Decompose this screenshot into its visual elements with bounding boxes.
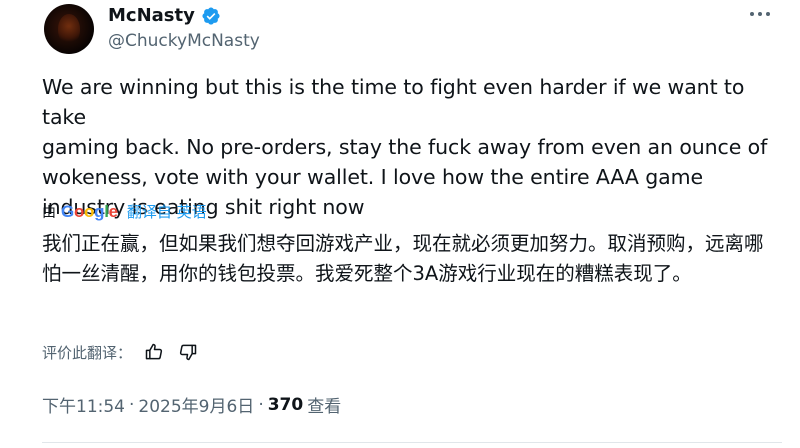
views-label: 查看 [307, 397, 342, 417]
tweet-text: We are winning but this is the time to f… [42, 75, 768, 219]
display-name[interactable]: McNasty [108, 5, 195, 26]
more-options-icon[interactable] [746, 6, 774, 22]
translated-from-link[interactable]: 翻译自 英语 [127, 201, 207, 222]
google-logo: Google [61, 201, 118, 221]
tweet-meta: 下午11:54 · 2025年9月6日 · 370 查看 [42, 392, 342, 418]
translation-prefix: 由 [42, 204, 56, 221]
thumbs-down-icon[interactable] [176, 340, 200, 364]
views-count: 370 [267, 394, 304, 415]
divider [42, 442, 782, 443]
tweet-time[interactable]: 下午11:54 [42, 392, 125, 417]
author-name-row: McNasty [108, 5, 221, 26]
rate-translation: 评价此翻译： [42, 340, 200, 364]
meta-separator: · [129, 394, 135, 415]
translated-text: 我们正在赢，但如果我们想夺回游戏产业，现在就必须更加努力。取消预购，远离哪怕一丝… [42, 232, 764, 285]
avatar[interactable] [44, 4, 94, 54]
translation-attribution: 由 Google 翻译自 英语 [42, 201, 207, 222]
thumbs-up-icon[interactable] [142, 340, 166, 364]
tweet-date[interactable]: 2025年9月6日 [138, 392, 254, 417]
handle[interactable]: @ChuckyMcNasty [108, 31, 260, 51]
rate-translation-label: 评价此翻译： [42, 343, 133, 362]
verified-badge-icon [201, 6, 221, 26]
meta-separator: · [258, 394, 264, 415]
